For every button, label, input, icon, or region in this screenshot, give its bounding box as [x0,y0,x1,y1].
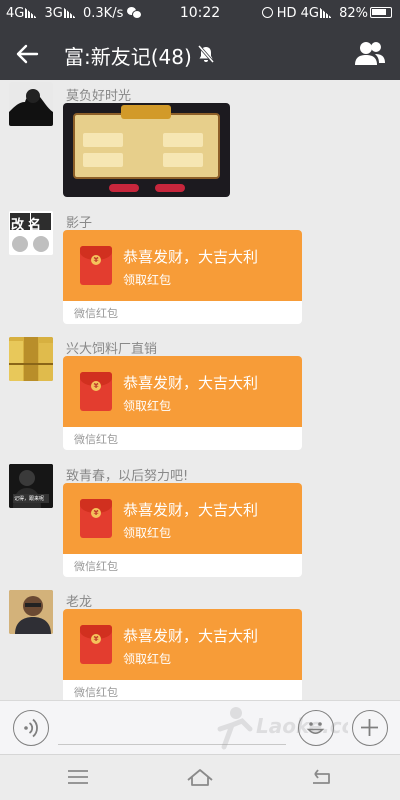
red-packet-title: 恭喜发财，大吉大利 [123,248,259,266]
alarm-icon [261,7,273,18]
red-packet-title: 恭喜发财，大吉大利 [123,627,259,645]
back-button[interactable] [10,38,44,70]
signal-icon [319,8,332,18]
avatar-text: 记得，跟来呢 [14,496,45,502]
avatar[interactable] [9,337,53,381]
sender-name: 兴大饲料厂直销 [66,342,158,357]
battery-level: 82% [339,6,368,21]
red-packet-action: 领取红包 [123,652,172,666]
voice-button[interactable] [13,710,49,746]
red-packet[interactable]: 恭喜发财，大吉大利 领取红包 微信红包 [63,356,302,450]
red-packet-action: 领取红包 [123,273,172,287]
menu-button[interactable] [63,765,93,789]
red-packet-footer: 微信红包 [74,560,118,573]
game-button [109,184,139,192]
voice-icon [24,718,38,738]
chat-area[interactable]: 莫负好时光 改名 影子 ¥ 恭喜发财，大吉大利 领取红包 微信红包 兴大饲料厂直… [0,80,400,700]
red-packet-footer-bar: 微信红包 [63,680,302,700]
avatar-image [9,82,53,126]
red-packet[interactable]: 恭喜发财，大吉大利 领取红包 微信红包 [63,230,302,324]
red-packet-footer: 微信红包 [74,307,118,320]
system-nav-bar [0,754,400,800]
avatar[interactable]: 改名 [9,211,53,255]
emoji-button[interactable] [298,710,334,746]
red-packet-icon [80,499,112,538]
red-packet-title: 恭喜发财，大吉大利 [123,501,259,519]
sender-name: 致青春，以后努力吧! [66,469,189,484]
sender-name: 莫负好时光 [66,89,132,104]
red-packet[interactable]: 恭喜发财，大吉大利 领取红包 微信红包 [63,483,302,577]
nav-back-button[interactable] [307,765,337,789]
emoji-icon [306,722,325,735]
red-packet-body: 恭喜发财，大吉大利 领取红包 [63,230,302,301]
avatar-image [9,590,53,634]
avatar-image [9,337,53,381]
red-packet-footer-bar: 微信红包 [63,427,302,450]
red-packet-action: 领取红包 [123,399,172,413]
plus-icon [361,719,378,736]
red-packet[interactable]: 恭喜发财，大吉大利 领取红包 微信红包 [63,609,302,700]
network-label-right: HD 4G [276,6,319,21]
avatar[interactable] [9,82,53,126]
chat-header: 富:新友记(48) [0,28,400,80]
game-banner [121,105,171,119]
menu-icon [68,770,88,784]
game-screenshot [73,113,220,179]
red-packet-body: 恭喜发财，大吉大利 领取红包 [63,483,302,554]
red-packet-footer: 微信红包 [74,686,118,699]
back-icon [313,769,330,784]
red-packet-body: 恭喜发财，大吉大利 领取红包 [63,356,302,427]
red-packet-icon [80,246,112,285]
red-packet-icon [80,625,112,664]
red-packet-title: 恭喜发财，大吉大利 [123,374,259,392]
group-members-icon [355,42,385,65]
sender-name: 影子 [66,216,93,231]
avatar-text: 改名 [11,218,46,233]
red-packet-body: 恭喜发财，大吉大利 领取红包 [63,609,302,680]
battery-icon [370,7,392,18]
back-arrow-icon [16,44,39,64]
status-bar: 4G 3G 0.3K/s 10:22 HD 4G 82% [0,0,400,28]
chat-title: 富:新友记(48) [64,45,192,69]
image-message[interactable] [63,103,230,197]
home-icon [187,769,213,786]
home-button[interactable] [185,765,215,789]
game-button [155,184,185,192]
status-right: HD 4G 82% [261,6,392,21]
red-packet-footer-bar: 微信红包 [63,301,302,324]
red-packet-icon [80,372,112,411]
group-members-button[interactable] [354,40,386,68]
sender-name: 老龙 [66,595,93,610]
mute-icon [197,45,215,63]
red-packet-footer: 微信红包 [74,433,118,446]
input-bar: Laoke.com [0,700,400,754]
red-packet-action: 领取红包 [123,526,172,540]
avatar[interactable]: 记得，跟来呢 [9,464,53,508]
avatar[interactable] [9,590,53,634]
more-button[interactable] [352,710,388,746]
red-packet-footer-bar: 微信红包 [63,554,302,577]
